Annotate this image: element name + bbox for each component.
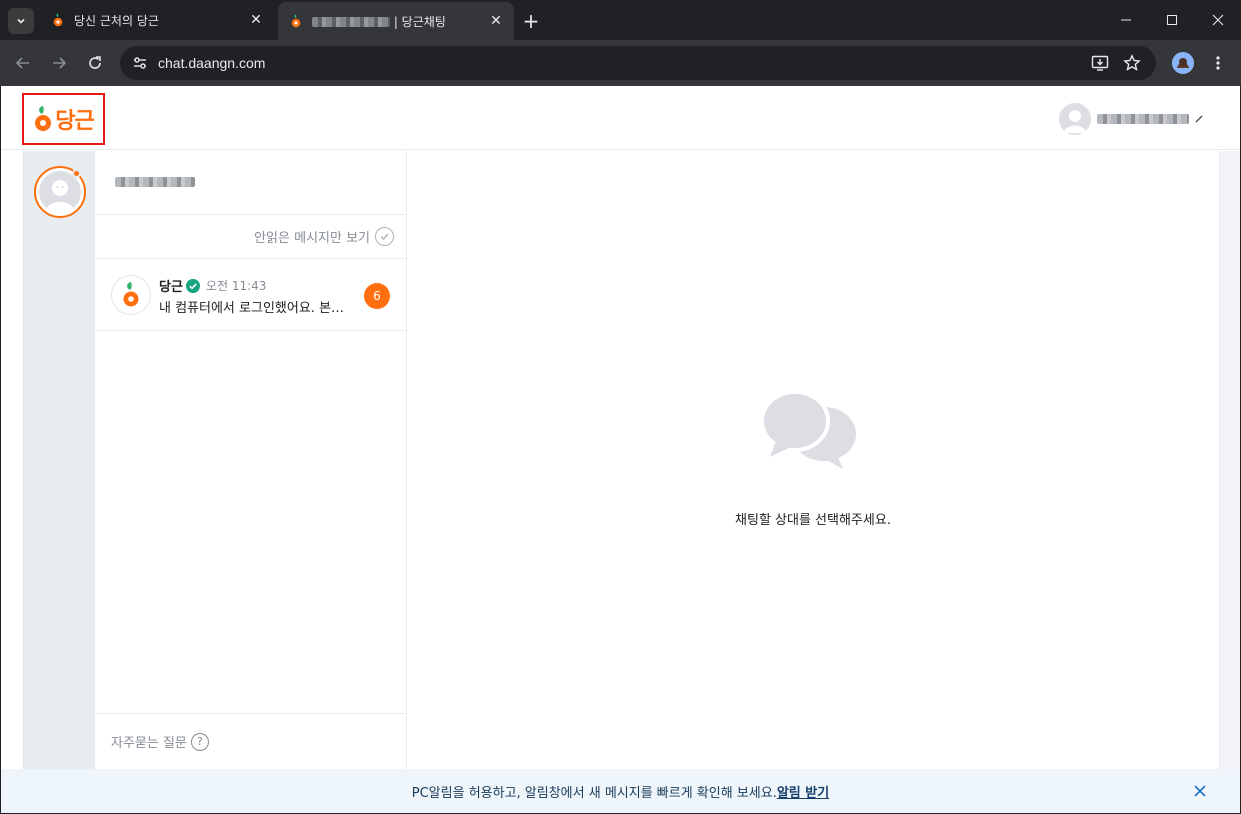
arrow-right-icon	[53, 57, 67, 69]
more-vertical-icon	[1216, 56, 1220, 70]
redacted-username	[115, 177, 195, 187]
close-icon	[1212, 14, 1224, 26]
tune-icon	[134, 57, 146, 69]
chat-main-panel: 채팅할 상대를 선택해주세요.	[407, 151, 1219, 769]
tab-title: 당신 근처의 당근	[74, 13, 159, 28]
new-tab-button[interactable]: +	[520, 9, 542, 33]
chat-list-header	[95, 151, 406, 215]
maximize-button[interactable]	[1149, 0, 1195, 40]
daangn-chat-page: 당근 안읽은 메시지만 보기 당근 오전 11:43 내 컴퓨터에서 로그인했어…	[1, 86, 1240, 813]
tab-daangn-home[interactable]: 당신 근처의 당근 ✕	[40, 0, 274, 40]
carrot-favicon-icon	[291, 14, 301, 28]
arrow-left-icon	[15, 57, 29, 69]
browser-tab-bar: 당신 근처의 당근 ✕ | 당근채팅 ✕ +	[0, 0, 1241, 40]
install-app-button[interactable]	[1090, 53, 1110, 73]
carrot-logo-icon	[35, 106, 52, 131]
page-header: 당근	[1, 86, 1240, 150]
bookmark-button[interactable]	[1122, 53, 1142, 73]
star-icon	[1123, 54, 1141, 71]
chat-list-panel: 안읽은 메시지만 보기 당근 오전 11:43 내 컴퓨터에서 로그인했어요. …	[95, 151, 407, 769]
logo-link[interactable]: 당근	[22, 93, 105, 145]
tab-title: | 당근채팅	[393, 14, 446, 29]
redacted-username	[1097, 114, 1189, 124]
tab-search-button[interactable]	[8, 8, 34, 34]
unread-filter-label: 안읽은 메시지만 보기	[254, 231, 370, 246]
account-rail	[23, 151, 95, 769]
notification-banner-text: PC알림을 허용하고, 알림창에서 새 메시지를 빠르게 확인해 보세요.	[411, 785, 777, 801]
close-window-button[interactable]	[1195, 0, 1241, 40]
faq-link[interactable]: 자주묻는 질문 ?	[95, 713, 406, 769]
chevron-down-icon	[17, 18, 25, 24]
profile-icon	[1172, 52, 1194, 74]
close-banner-button[interactable]	[1191, 782, 1209, 800]
close-tab-icon[interactable]: ✕	[248, 12, 264, 28]
install-app-icon	[1091, 55, 1109, 71]
site-settings-button[interactable]	[128, 51, 152, 75]
caret-icon	[1195, 115, 1203, 123]
chat-bubbles-icon	[761, 390, 856, 469]
browser-menu-button[interactable]	[1208, 52, 1228, 74]
new-activity-dot	[72, 169, 81, 178]
close-tab-icon[interactable]: ✕	[488, 13, 504, 29]
enable-notifications-link[interactable]: 알림 받기	[777, 782, 829, 801]
verified-badge-icon	[185, 278, 200, 293]
redacted-username	[312, 17, 390, 27]
browser-toolbar: chat.daangn.com	[0, 40, 1241, 86]
message-time: 오전 11:43	[205, 279, 267, 293]
faq-label: 자주묻는 질문	[111, 736, 187, 751]
unread-filter[interactable]: 안읽은 메시지만 보기	[95, 215, 406, 259]
profile-avatar[interactable]	[1172, 52, 1194, 74]
right-gutter	[1219, 151, 1240, 769]
reload-icon	[89, 56, 101, 69]
check-circle-icon[interactable]	[375, 227, 394, 246]
default-avatar-icon	[1064, 110, 1086, 133]
notification-banner: PC알림을 허용하고, 알림창에서 새 메시지를 빠르게 확인해 보세요. 알림 …	[1, 769, 1240, 813]
user-menu[interactable]	[1059, 103, 1203, 135]
maximize-icon	[1167, 15, 1177, 25]
carrot-favicon-icon	[53, 13, 63, 27]
message-preview: 내 컴퓨터에서 로그인했어요. 본인이 아니라면...	[159, 301, 349, 316]
avatar	[111, 275, 151, 315]
minimize-icon	[1121, 19, 1131, 21]
logo-text: 당근	[55, 109, 94, 134]
list-item[interactable]: 당근 오전 11:43 내 컴퓨터에서 로그인했어요. 본인이 아니라면... …	[95, 259, 406, 331]
url-text: chat.daangn.com	[158, 55, 266, 71]
reload-button[interactable]	[82, 50, 108, 76]
question-icon: ?	[190, 732, 209, 751]
back-button[interactable]	[10, 50, 36, 76]
carrot-logo-icon	[123, 282, 139, 307]
address-bar[interactable]: chat.daangn.com	[120, 46, 1156, 80]
unread-count-badge: 6	[364, 283, 390, 309]
avatar	[1059, 103, 1091, 135]
forward-button[interactable]	[46, 50, 72, 76]
chat-partner-name: 당근	[159, 280, 183, 295]
minimize-button[interactable]	[1103, 0, 1149, 40]
close-icon	[1194, 785, 1206, 797]
tab-daangn-chat[interactable]: | 당근채팅 ✕	[278, 2, 514, 40]
empty-state-message: 채팅할 상대를 선택해주세요.	[735, 513, 891, 528]
